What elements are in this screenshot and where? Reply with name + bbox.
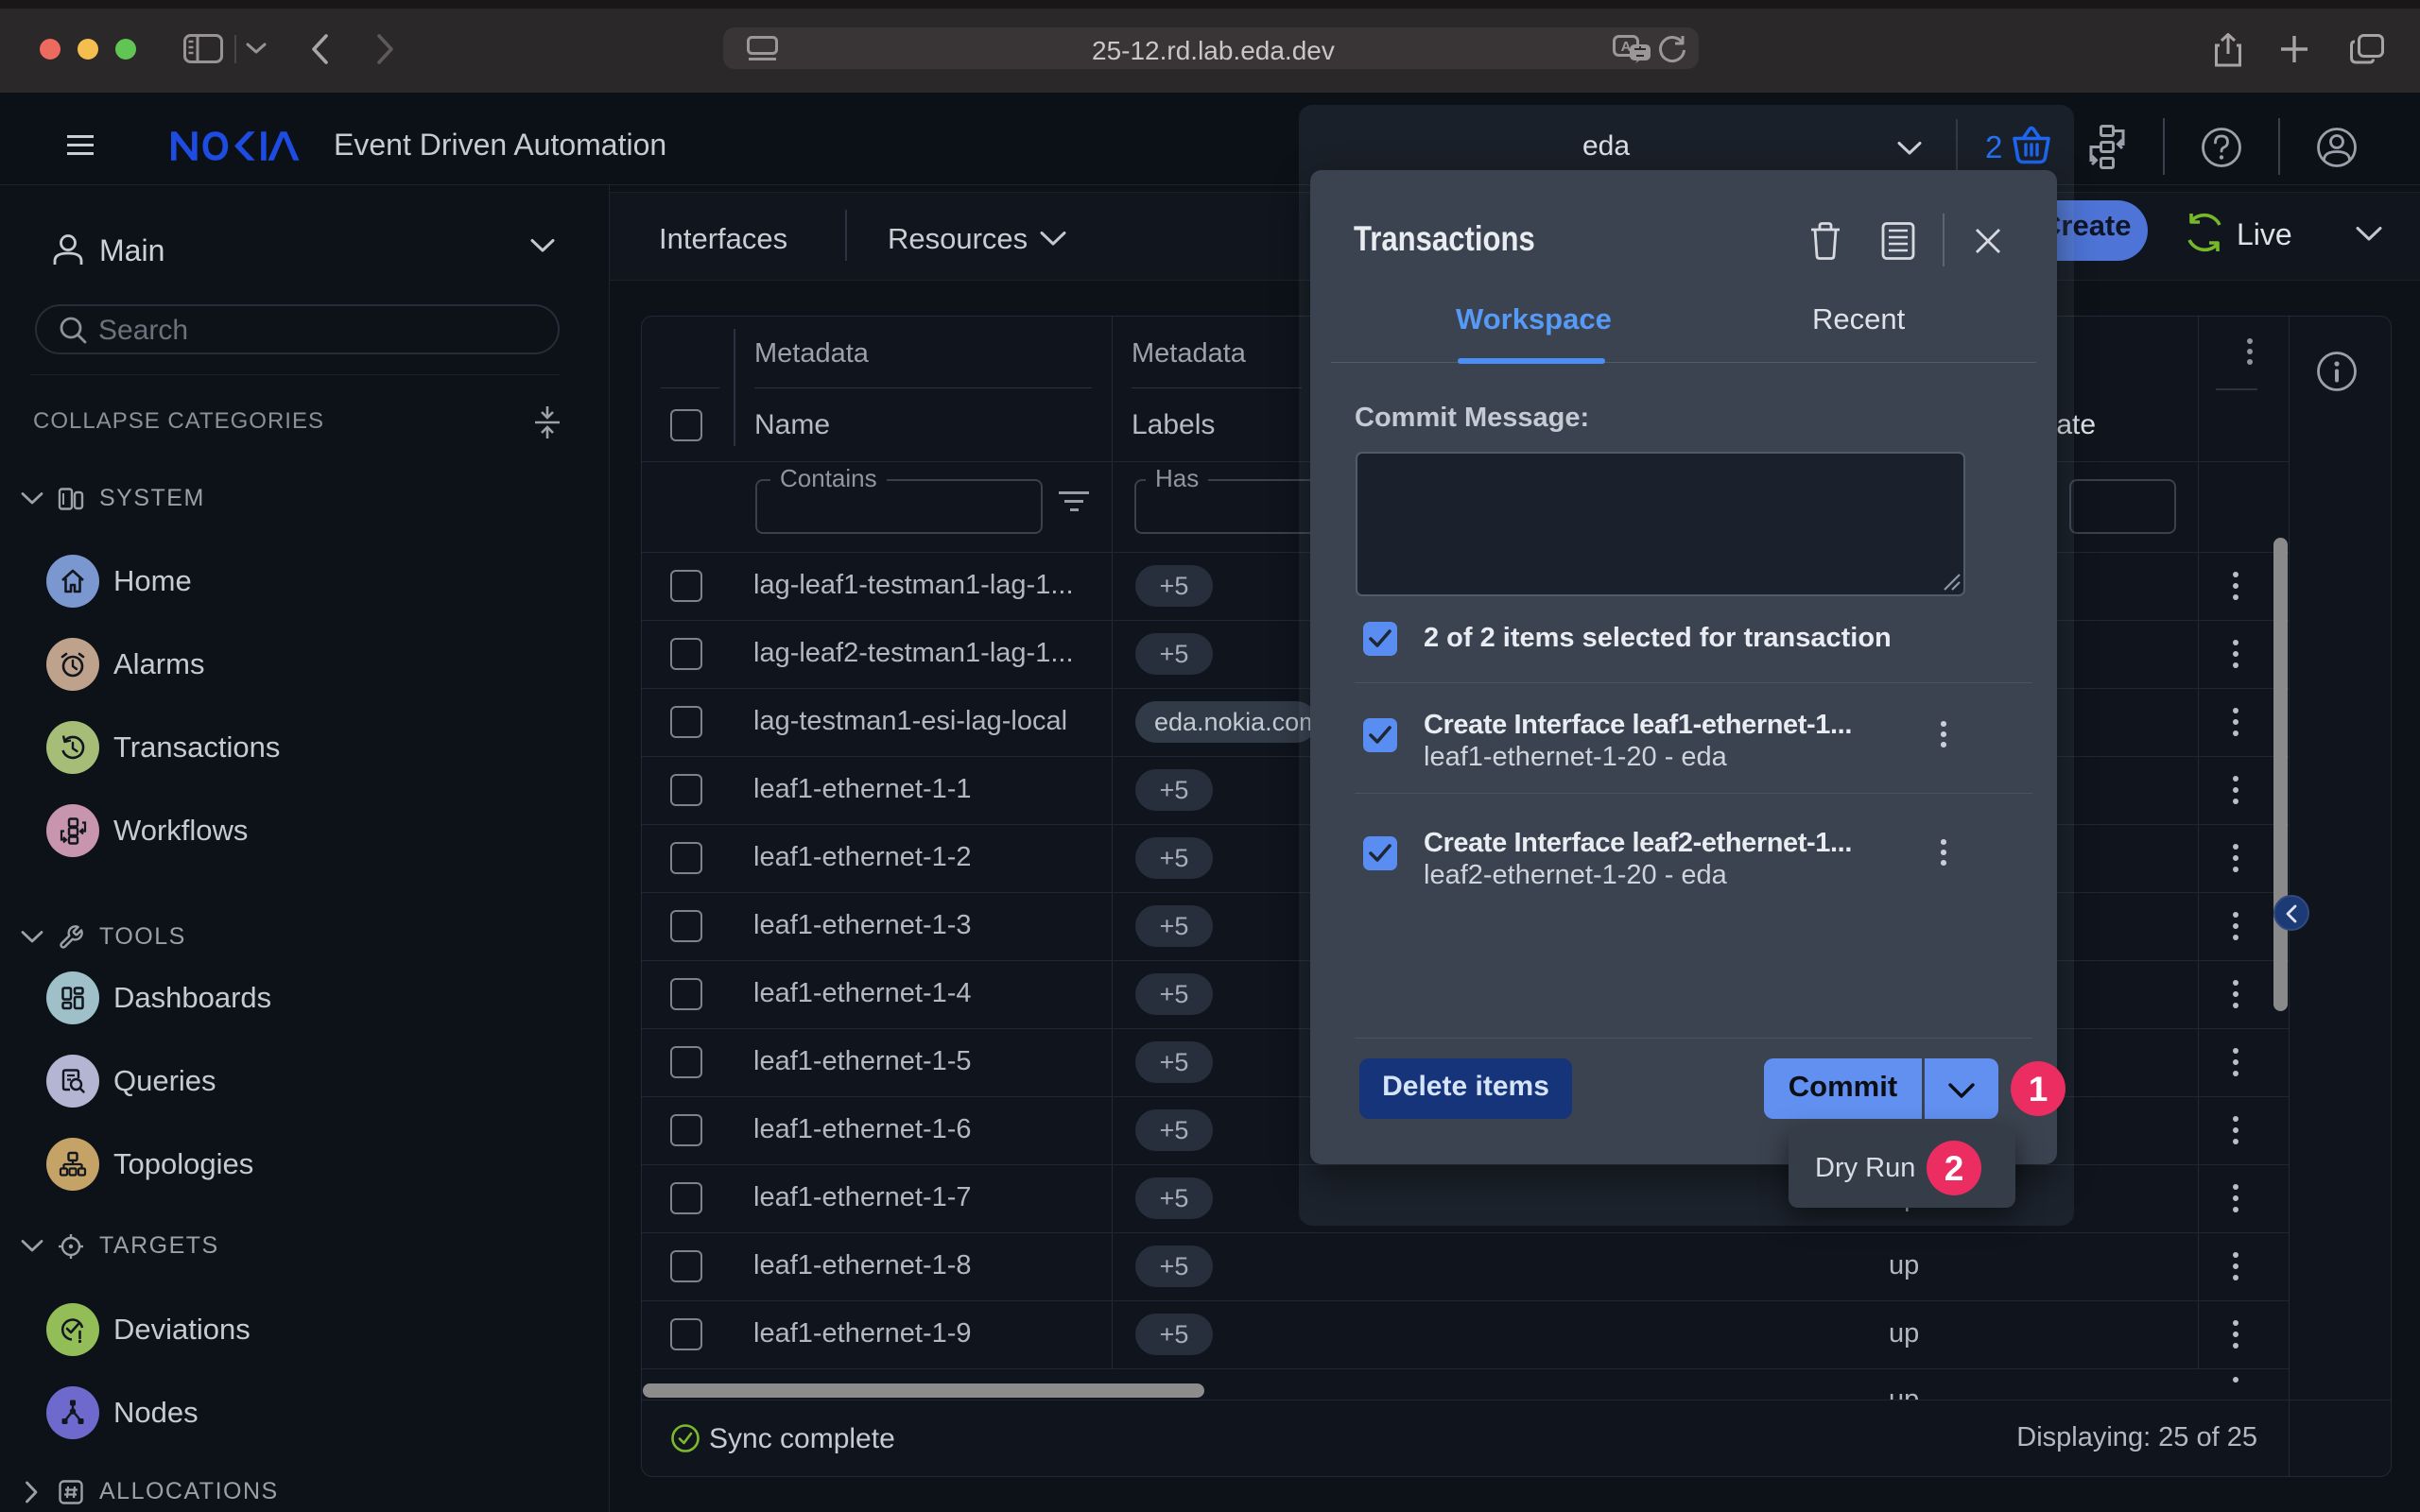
svg-text:A: A xyxy=(1621,39,1632,55)
